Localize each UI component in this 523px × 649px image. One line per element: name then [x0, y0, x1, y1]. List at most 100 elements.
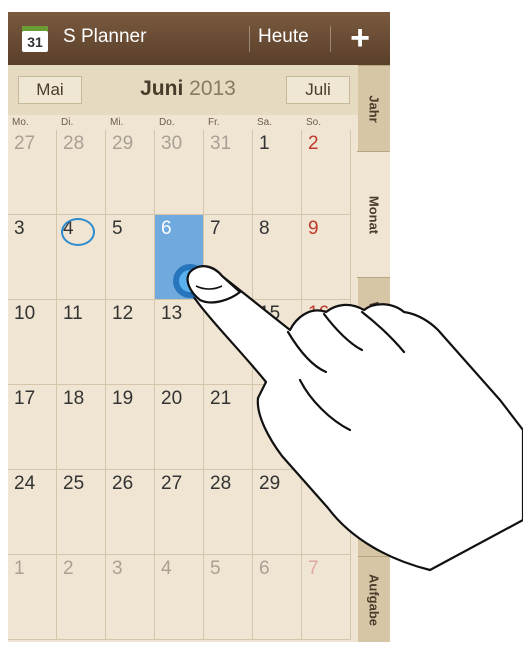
day-cell[interactable]: 29 — [253, 470, 302, 555]
day-cell[interactable]: 6 — [155, 215, 204, 300]
day-cell[interactable]: 15 — [253, 300, 302, 385]
weekday-label: Fr. — [208, 117, 220, 128]
day-cell[interactable]: 3 — [106, 555, 155, 640]
weekday-label: Sa. — [257, 117, 273, 128]
day-number: 11 — [63, 303, 83, 324]
day-cell[interactable]: 18 — [57, 385, 106, 470]
tab-tag[interactable]: Tag — [358, 368, 390, 460]
day-number: 18 — [63, 388, 85, 409]
day-cell[interactable]: 13 — [155, 300, 204, 385]
day-cell[interactable]: 7 — [302, 555, 351, 640]
day-cell[interactable]: 27 — [8, 130, 57, 215]
day-number: 27 — [161, 473, 183, 494]
day-cell[interactable]: 31 — [204, 130, 253, 215]
day-cell[interactable]: 23 — [302, 385, 351, 470]
day-cell[interactable]: 5 — [204, 555, 253, 640]
day-number: 29 — [259, 473, 281, 494]
tab-label: Tag — [366, 402, 382, 426]
tab-label: Aufgabe — [366, 574, 382, 626]
day-cell[interactable]: 16 — [302, 300, 351, 385]
day-cell[interactable]: 17 — [8, 385, 57, 470]
day-number: 28 — [210, 473, 232, 494]
day-number: 5 — [112, 218, 123, 239]
day-cell[interactable]: 19 — [106, 385, 155, 470]
day-cell[interactable]: 28 — [57, 130, 106, 215]
day-number: 29 — [112, 133, 134, 154]
day-number: 30 — [308, 473, 330, 494]
today-marker-circle — [61, 218, 95, 246]
day-number: 24 — [14, 473, 36, 494]
weekday-label: Mi. — [110, 117, 124, 128]
day-number: 22 — [259, 388, 281, 409]
day-cell[interactable]: 28 — [204, 470, 253, 555]
month-navigation: Mai Juni 2013 Juli — [8, 65, 358, 115]
day-cell[interactable]: 25 — [57, 470, 106, 555]
day-number: 5 — [210, 558, 221, 579]
day-number: 4 — [161, 558, 172, 579]
day-cell[interactable]: 14 — [204, 300, 253, 385]
day-cell[interactable]: 29 — [106, 130, 155, 215]
day-cell[interactable]: 1 — [8, 555, 57, 640]
day-cell[interactable]: 20 — [155, 385, 204, 470]
day-cell[interactable]: 2 — [57, 555, 106, 640]
day-cell[interactable]: 30 — [302, 470, 351, 555]
tab-aufgabe[interactable]: Aufgabe — [358, 556, 390, 642]
day-number: 26 — [112, 473, 134, 494]
tab-liste[interactable]: Liste — [358, 459, 390, 557]
tab-label: Woche — [366, 301, 382, 345]
month-year: 2013 — [189, 77, 236, 100]
month-name: Juni — [140, 77, 184, 100]
day-cell[interactable]: 5 — [106, 215, 155, 300]
day-cell[interactable]: 7 — [204, 215, 253, 300]
next-month-button[interactable]: Juli — [286, 76, 350, 104]
view-tabs: Jahr Monat Woche Tag Liste Aufgabe — [357, 65, 390, 642]
day-number: 7 — [308, 558, 319, 579]
day-cell[interactable]: 1 — [253, 130, 302, 215]
day-number: 2 — [308, 133, 319, 154]
day-number: 6 — [161, 218, 172, 239]
tab-label: Monat — [366, 195, 381, 234]
day-cell[interactable]: 8 — [253, 215, 302, 300]
day-cell[interactable]: 3 — [8, 215, 57, 300]
day-number: 14 — [210, 303, 232, 324]
day-cell[interactable]: 26 — [106, 470, 155, 555]
day-number: 19 — [112, 388, 134, 409]
day-number: 20 — [161, 388, 183, 409]
month-grid: 27 28 29 30 31 1 2 3 4 5 6 7 8 9 10 11 12 13 14 15 16 17 18 19 2… — [8, 130, 358, 642]
calendar-app-icon: 31 — [22, 26, 48, 52]
day-cell[interactable]: 2 — [302, 130, 351, 215]
day-number: 12 — [112, 303, 134, 324]
tab-jahr[interactable]: Jahr — [358, 65, 390, 152]
add-event-button[interactable]: + — [342, 16, 378, 60]
day-cell[interactable]: 11 — [57, 300, 106, 385]
day-cell[interactable]: 4 — [155, 555, 204, 640]
day-number: 28 — [63, 133, 85, 154]
day-number: 27 — [14, 133, 36, 154]
day-number: 3 — [14, 218, 25, 239]
tab-monat[interactable]: Monat — [357, 151, 390, 278]
app-icon-number: 31 — [27, 34, 43, 50]
previous-month-button[interactable]: Mai — [18, 76, 82, 104]
day-cell[interactable]: 6 — [253, 555, 302, 640]
day-number: 8 — [259, 218, 270, 239]
day-cell[interactable]: 24 — [8, 470, 57, 555]
day-cell[interactable]: 10 — [8, 300, 57, 385]
day-cell[interactable]: 30 — [155, 130, 204, 215]
title-divider — [330, 26, 331, 52]
title-bar: 31 S Planner Heute + — [8, 12, 390, 65]
day-cell[interactable]: 22 — [253, 385, 302, 470]
tab-woche[interactable]: Woche — [358, 277, 390, 369]
day-cell[interactable]: 12 — [106, 300, 155, 385]
day-cell[interactable]: 9 — [302, 215, 351, 300]
day-number: 10 — [14, 303, 36, 324]
app-title: S Planner — [63, 26, 147, 47]
today-button[interactable]: Heute — [258, 26, 309, 48]
day-cell[interactable]: 21 — [204, 385, 253, 470]
weekday-label: Di. — [61, 117, 74, 128]
day-number: 16 — [308, 303, 330, 324]
day-cell[interactable]: 4 — [57, 215, 106, 300]
day-number: 7 — [210, 218, 221, 239]
day-cell[interactable]: 27 — [155, 470, 204, 555]
day-number: 30 — [161, 133, 183, 154]
day-number: 25 — [63, 473, 85, 494]
